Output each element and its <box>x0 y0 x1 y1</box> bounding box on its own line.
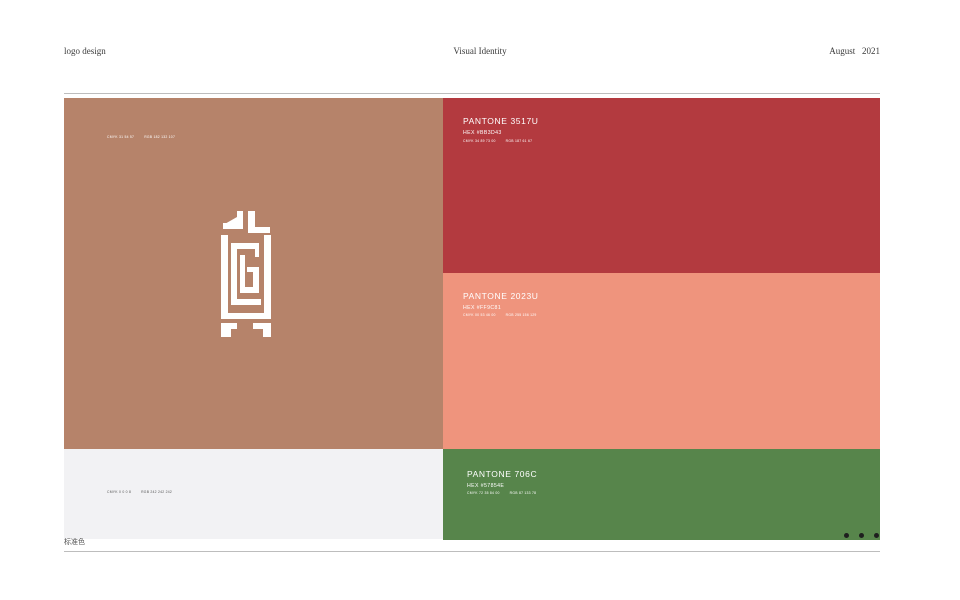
primary-rgb: RGB 182 132 107 <box>144 135 176 139</box>
header-date: August 2021 <box>829 46 880 56</box>
swatch-values: CMYK 34 89 73 00 RGB 187 61 67 <box>463 139 532 143</box>
header-section-title: Visual Identity <box>453 46 507 56</box>
swatch-hex: HEX #FF9C81 <box>463 305 502 311</box>
swatch-rgb: RGB 255 156 129 <box>505 313 537 317</box>
neutral-cmyk: CMYK 0 0 0 8 <box>107 490 132 494</box>
swatch-cmyk: CMYK 72 35 84 00 <box>467 491 500 495</box>
primary-cmyk: CMYK 31 54 57 <box>107 135 135 139</box>
swatch-pantone-name: PANTONE 2023U <box>463 291 539 301</box>
neutral-color-values: CMYK 0 0 0 8 RGB 242 242 242 <box>107 490 172 494</box>
swatch-pantone-name: PANTONE 3517U <box>463 116 539 126</box>
swatch-cmyk: CMYK 00 53 46 00 <box>463 313 496 317</box>
neutral-rgb: RGB 242 242 242 <box>141 490 173 494</box>
brand-logo-mark <box>213 207 277 348</box>
swatch-values: CMYK 00 53 46 00 RGB 255 156 129 <box>463 313 537 317</box>
page-dot-1[interactable] <box>844 533 849 538</box>
neutral-color-panel: CMYK 0 0 0 8 RGB 242 242 242 <box>64 449 443 539</box>
section-caption: 标准色 <box>64 538 85 546</box>
swatch-pantone-3517u: PANTONE 3517U HEX #BB3D43 CMYK 34 89 73 … <box>443 98 880 273</box>
swatch-pantone-706c: PANTONE 706C HEX #57854E CMYK 72 35 84 0… <box>443 449 880 540</box>
footer-divider <box>64 551 880 552</box>
swatch-hex: HEX #57854E <box>467 483 505 489</box>
page-dot-3[interactable] <box>874 533 879 538</box>
swatch-rgb: RGB 87 133 78 <box>509 491 537 495</box>
swatch-rgb: RGB 187 61 67 <box>505 139 533 143</box>
swatch-pantone-2023u: PANTONE 2023U HEX #FF9C81 CMYK 00 53 46 … <box>443 273 880 449</box>
header-divider <box>64 93 880 94</box>
swatch-values: CMYK 72 35 84 00 RGB 87 133 78 <box>467 491 536 495</box>
page-dot-2[interactable] <box>859 533 864 538</box>
primary-color-values: CMYK 31 54 57 RGB 182 132 107 <box>107 135 175 139</box>
logo-glyph-icon <box>221 211 271 337</box>
swatch-hex: HEX #BB3D43 <box>463 130 502 136</box>
swatch-cmyk: CMYK 34 89 73 00 <box>463 139 496 143</box>
swatch-pantone-name: PANTONE 706C <box>467 469 538 479</box>
